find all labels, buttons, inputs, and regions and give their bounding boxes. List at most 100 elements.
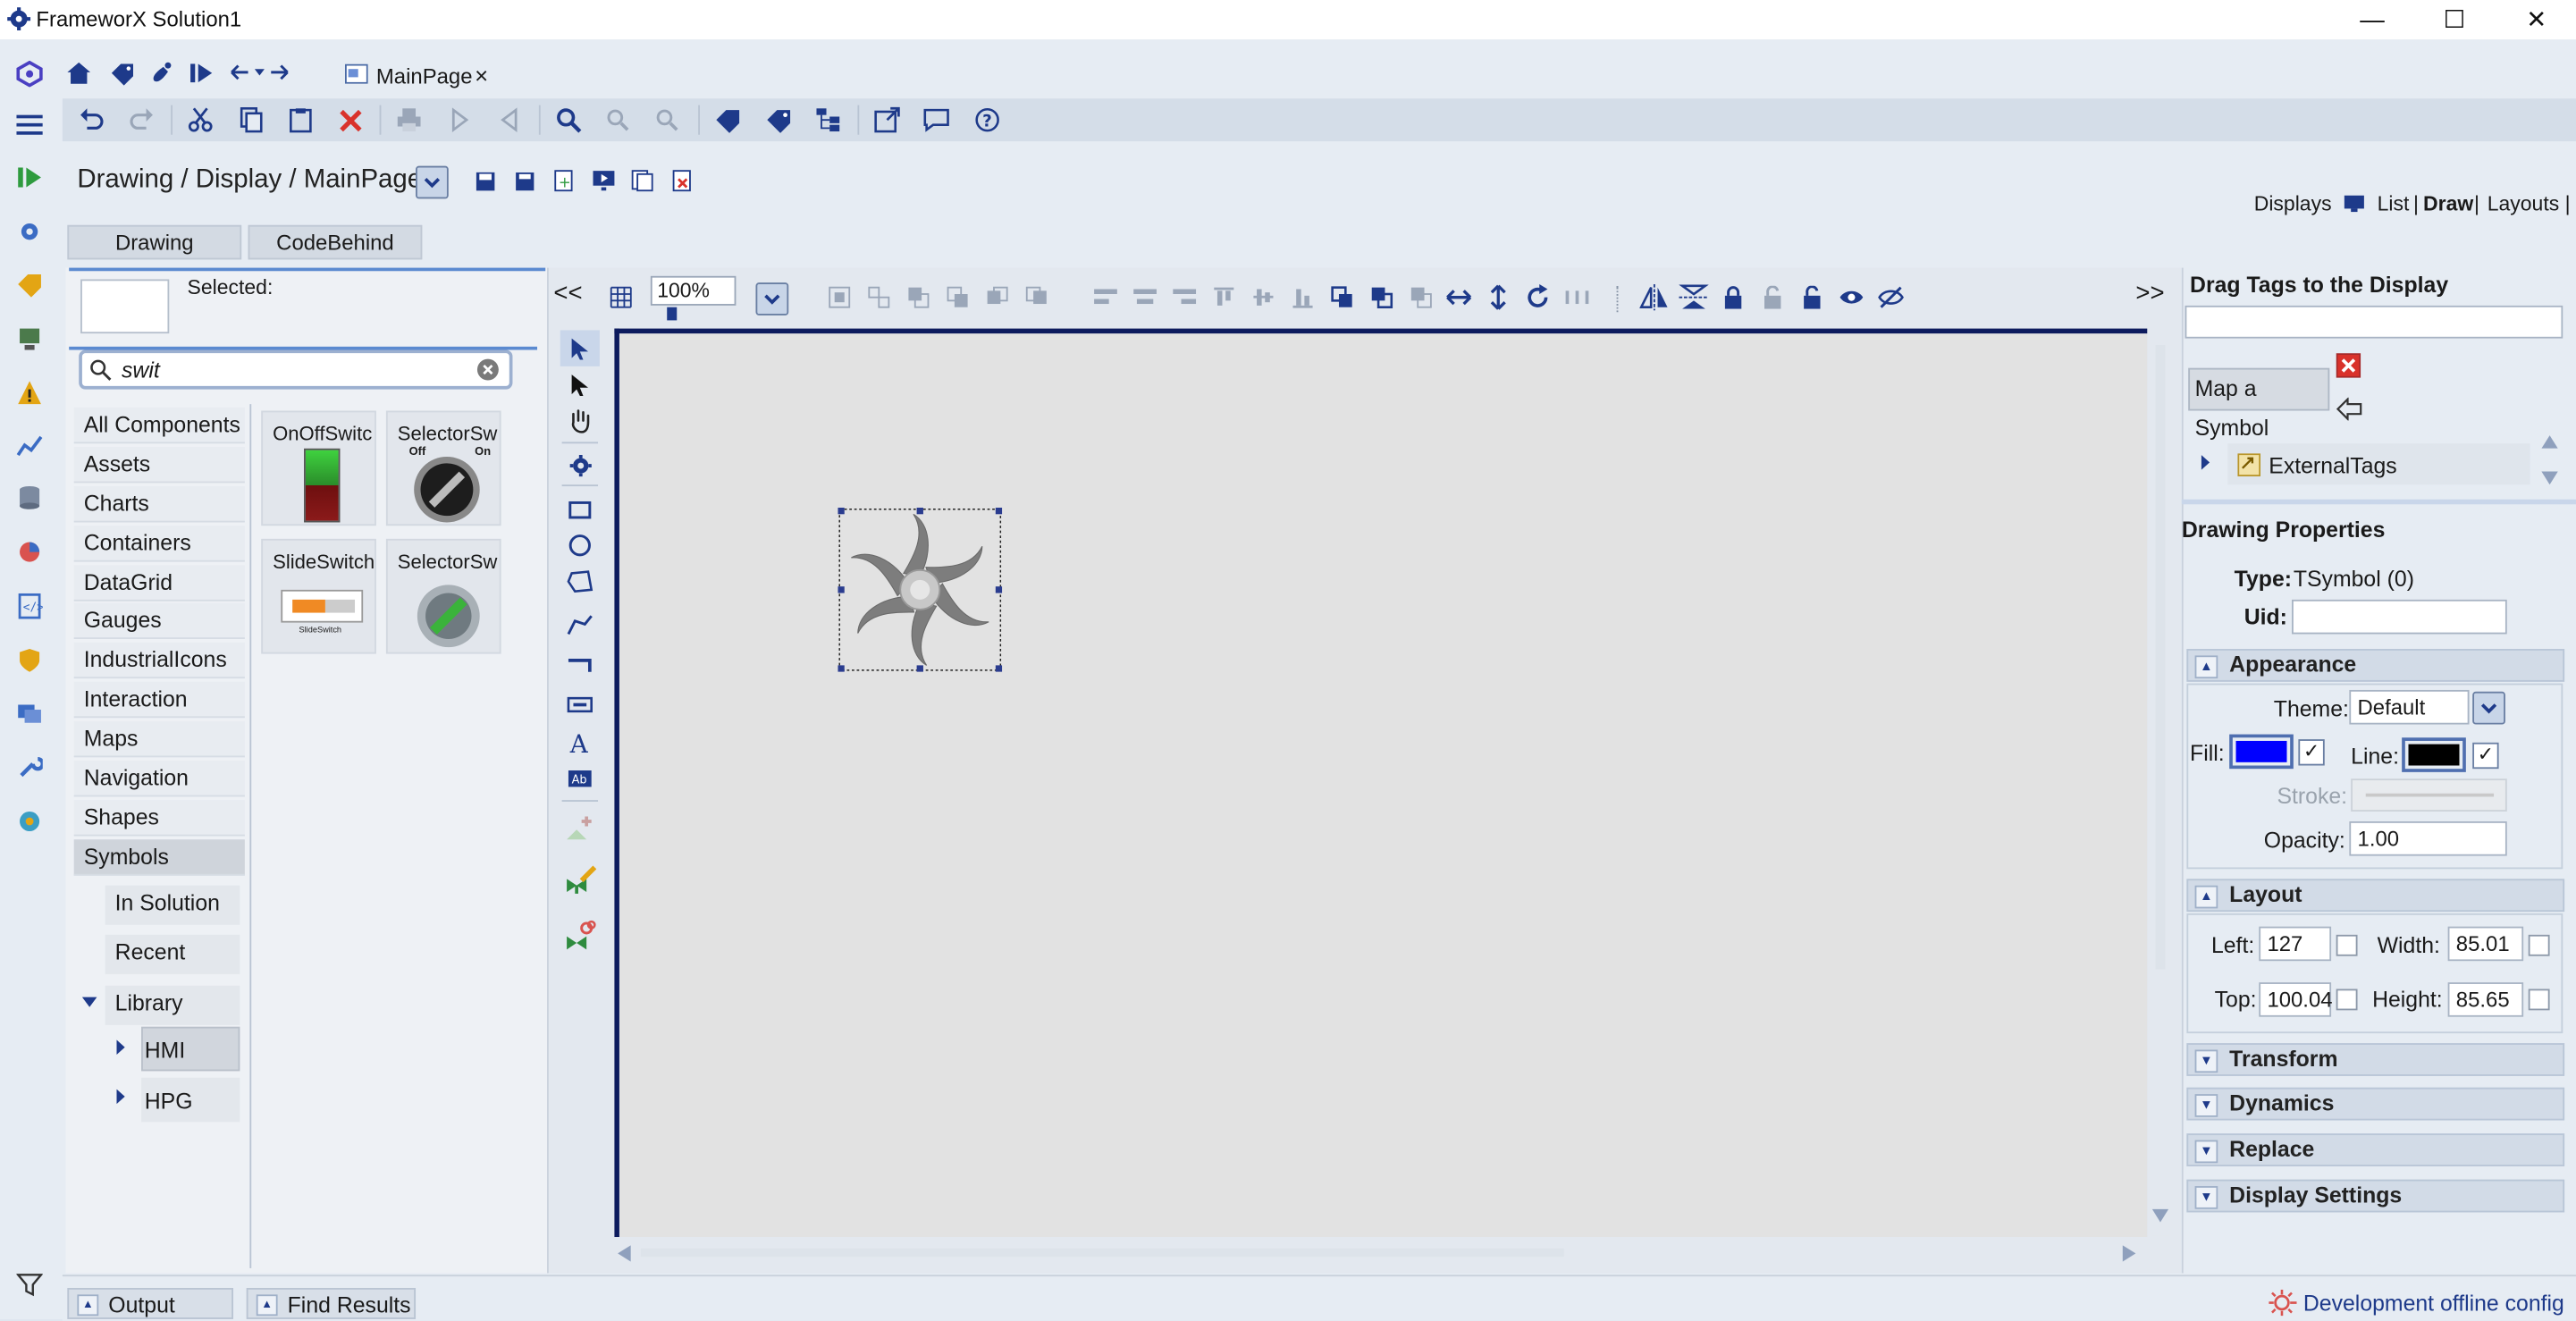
- display-settings-section-header[interactable]: ▼ Display Settings: [2186, 1179, 2565, 1213]
- button-tool-icon[interactable]: [565, 690, 594, 719]
- component-gear-icon[interactable]: [565, 450, 594, 480]
- tags-filter-input[interactable]: [2185, 305, 2563, 339]
- zoom-input[interactable]: 100%: [650, 275, 737, 306]
- run-icon[interactable]: [15, 163, 45, 192]
- home-icon[interactable]: [64, 57, 94, 87]
- tag-icon[interactable]: [106, 57, 136, 87]
- forward-icon[interactable]: [982, 282, 1012, 312]
- close-window-button[interactable]: ✕: [2499, 0, 2575, 39]
- flip-vertical-arrow-icon[interactable]: [1484, 282, 1513, 312]
- height-input[interactable]: 85.65: [2447, 982, 2524, 1017]
- settings-gear-icon[interactable]: [15, 217, 45, 247]
- reports-icon[interactable]: [15, 537, 45, 567]
- lock-icon[interactable]: [1719, 282, 1748, 312]
- displays-draw-link[interactable]: Draw: [2423, 192, 2473, 215]
- unlock-icon[interactable]: [1797, 282, 1827, 312]
- layout-section-header[interactable]: ▲ Layout: [2186, 879, 2565, 913]
- delete-page-icon[interactable]: [667, 166, 696, 196]
- subcategory-recent[interactable]: Recent: [115, 939, 186, 964]
- left-lock-checkbox[interactable]: [2336, 934, 2358, 956]
- duplicate-page-icon[interactable]: [627, 166, 657, 196]
- category-industrialicons[interactable]: IndustrialIcons: [73, 642, 245, 679]
- find-prev-icon[interactable]: [652, 105, 682, 135]
- arrow-back-icon[interactable]: [2336, 397, 2362, 421]
- width-lock-checkbox[interactable]: [2528, 934, 2550, 956]
- collapse-right-button[interactable]: >>: [2135, 279, 2164, 307]
- open-external-icon[interactable]: [872, 105, 902, 135]
- category-assets[interactable]: Assets: [73, 446, 245, 484]
- category-all-components[interactable]: All Components: [73, 407, 245, 444]
- theme-dropdown[interactable]: [2472, 691, 2505, 725]
- backward-icon[interactable]: [1022, 282, 1051, 312]
- flip-horizontal-arrow-icon[interactable]: [1444, 282, 1474, 312]
- appearance-section-header[interactable]: ▲ Appearance: [2186, 649, 2565, 682]
- displays-list-link[interactable]: List: [2378, 192, 2410, 215]
- send-back-icon[interactable]: [943, 282, 972, 312]
- drawing-canvas[interactable]: [614, 328, 2148, 1238]
- line-enabled-checkbox[interactable]: ✓: [2472, 742, 2499, 770]
- subcategory-library[interactable]: Library: [115, 990, 183, 1015]
- scripts-icon[interactable]: </>: [15, 592, 45, 621]
- tab-codebehind[interactable]: CodeBehind: [248, 224, 423, 260]
- category-containers[interactable]: Containers: [73, 526, 245, 562]
- visible-eye-icon[interactable]: [1837, 282, 1866, 312]
- filter-icon[interactable]: [15, 1270, 45, 1300]
- search-input[interactable]: swit: [122, 358, 160, 383]
- minimize-button[interactable]: —: [2335, 0, 2411, 39]
- category-symbols[interactable]: Symbols: [73, 839, 245, 876]
- category-shapes[interactable]: Shapes: [73, 800, 245, 837]
- left-input[interactable]: 127: [2259, 926, 2332, 962]
- rotate-icon[interactable]: [1523, 282, 1553, 312]
- back-forward-icon[interactable]: [227, 57, 296, 87]
- category-datagrid[interactable]: DataGrid: [73, 565, 245, 602]
- pan-hand-icon[interactable]: [565, 406, 594, 435]
- category-maps[interactable]: Maps: [73, 720, 245, 758]
- tag-edit-icon[interactable]: [764, 105, 794, 135]
- result-selectorswitch-1[interactable]: SelectorSw Off On: [385, 410, 501, 526]
- transform-section-header[interactable]: ▼ Transform: [2186, 1043, 2565, 1076]
- paste-icon[interactable]: [286, 105, 316, 135]
- plugins-icon[interactable]: [15, 806, 45, 836]
- category-charts[interactable]: Charts: [73, 486, 245, 523]
- export-icon[interactable]: [494, 105, 524, 135]
- text-tool-icon[interactable]: A: [565, 728, 594, 757]
- result-onoffswitch[interactable]: OnOffSwitc: [261, 410, 376, 526]
- top-lock-checkbox[interactable]: [2336, 989, 2358, 1011]
- fill-color-button[interactable]: [2229, 734, 2294, 770]
- fan-symbol[interactable]: [838, 507, 1003, 672]
- top-input[interactable]: 100.04: [2259, 982, 2333, 1017]
- breadcrumb-dropdown[interactable]: [416, 165, 449, 199]
- direct-select-icon[interactable]: [565, 370, 594, 400]
- map-symbol-button[interactable]: Map a Symbol: [2188, 367, 2330, 441]
- component-search-box[interactable]: swit: [79, 349, 513, 390]
- bring-front-icon[interactable]: [904, 282, 933, 312]
- maximize-button[interactable]: ☐: [2417, 0, 2493, 39]
- category-interaction[interactable]: Interaction: [73, 681, 245, 719]
- height-lock-checkbox[interactable]: [2528, 989, 2550, 1011]
- h-scroll-thumb[interactable]: [640, 1248, 1564, 1258]
- align-bottom-icon[interactable]: [1288, 282, 1317, 312]
- alarm-icon[interactable]: [15, 378, 45, 408]
- scroll-left-arrow[interactable]: [618, 1245, 631, 1262]
- scroll-down-arrow[interactable]: [2151, 1208, 2169, 1223]
- category-navigation[interactable]: Navigation: [73, 760, 245, 797]
- clear-search-icon[interactable]: [476, 358, 500, 382]
- align-middle-icon[interactable]: [1249, 282, 1278, 312]
- import-icon[interactable]: [445, 105, 475, 135]
- brush-icon[interactable]: [147, 57, 176, 87]
- polygon-tool-icon[interactable]: [565, 567, 594, 596]
- expand-externaltags-icon[interactable]: [2200, 455, 2211, 470]
- textbox-tool-icon[interactable]: Ab: [565, 764, 594, 794]
- devices-icon[interactable]: [15, 324, 45, 353]
- tag-add-icon[interactable]: [713, 105, 743, 135]
- uid-input[interactable]: [2292, 599, 2507, 635]
- output-tab[interactable]: ▲ Output: [67, 1287, 233, 1319]
- align-center-icon[interactable]: [1131, 282, 1160, 312]
- zoom-dropdown[interactable]: [755, 282, 789, 316]
- tags-scroll-up[interactable]: [2541, 435, 2558, 449]
- theme-select[interactable]: Default: [2349, 689, 2470, 725]
- tools-icon[interactable]: [15, 753, 45, 782]
- expand-library-icon[interactable]: [81, 996, 97, 1011]
- scroll-right-arrow[interactable]: [2122, 1245, 2136, 1262]
- grid-icon[interactable]: [610, 286, 633, 309]
